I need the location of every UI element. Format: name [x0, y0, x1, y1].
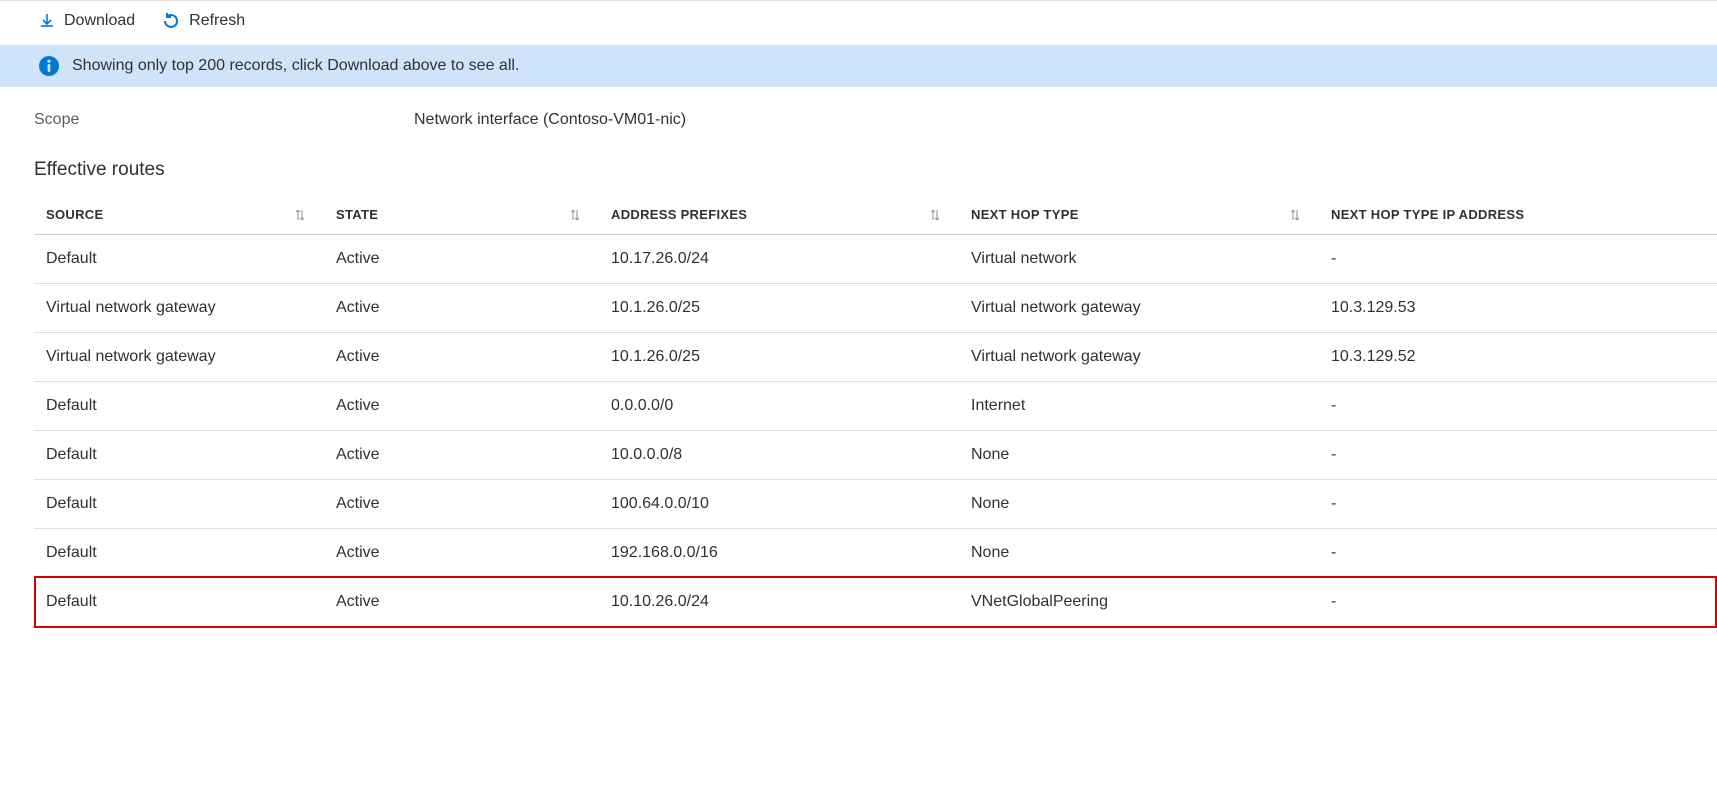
routes-table: Source State [34, 195, 1717, 626]
prefix-cell: 10.17.26.0/24 [599, 235, 959, 284]
source-cell: Default [34, 382, 324, 431]
col-header-source-label: Source [46, 207, 103, 222]
sort-icon [1289, 208, 1301, 222]
toolbar: Download Refresh [0, 1, 1717, 45]
state-cell: Active [324, 578, 599, 627]
col-header-state-label: State [336, 207, 378, 222]
source-cell: Virtual network gateway [34, 284, 324, 333]
download-label: Download [64, 12, 135, 30]
col-header-source[interactable]: Source [34, 195, 324, 235]
hop-cell: None [959, 480, 1319, 529]
state-cell: Active [324, 529, 599, 578]
table-header-row: Source State [34, 195, 1717, 235]
table-row[interactable]: DefaultActive10.0.0.0/8None- [34, 431, 1717, 480]
hop-cell: Virtual network gateway [959, 284, 1319, 333]
hop-cell: Virtual network gateway [959, 333, 1319, 382]
source-cell: Default [34, 480, 324, 529]
source-cell: Default [34, 431, 324, 480]
info-icon [38, 55, 60, 77]
sort-icon [929, 208, 941, 222]
ip-cell: - [1319, 382, 1717, 431]
scope-row: Scope Network interface (Contoso-VM01-ni… [0, 87, 1717, 135]
scope-value: Network interface (Contoso-VM01-nic) [414, 111, 686, 129]
ip-cell: - [1319, 529, 1717, 578]
prefix-cell: 10.1.26.0/25 [599, 333, 959, 382]
hop-cell: None [959, 431, 1319, 480]
refresh-label: Refresh [189, 12, 245, 30]
refresh-button[interactable]: Refresh [161, 11, 245, 31]
table-row[interactable]: DefaultActive192.168.0.0/16None- [34, 529, 1717, 578]
prefix-cell: 10.1.26.0/25 [599, 284, 959, 333]
col-header-prefix[interactable]: Address Prefixes [599, 195, 959, 235]
prefix-cell: 10.0.0.0/8 [599, 431, 959, 480]
sort-icon [569, 208, 581, 222]
table-row[interactable]: Virtual network gatewayActive10.1.26.0/2… [34, 284, 1717, 333]
ip-cell: 10.3.129.52 [1319, 333, 1717, 382]
col-header-state[interactable]: State [324, 195, 599, 235]
col-header-hop[interactable]: Next Hop Type [959, 195, 1319, 235]
ip-cell: - [1319, 578, 1717, 627]
table-row[interactable]: DefaultActive10.10.26.0/24VNetGlobalPeer… [34, 578, 1717, 627]
prefix-cell: 10.10.26.0/24 [599, 578, 959, 627]
sort-icon [294, 208, 306, 222]
download-icon [38, 12, 56, 30]
state-cell: Active [324, 284, 599, 333]
state-cell: Active [324, 382, 599, 431]
ip-cell: - [1319, 431, 1717, 480]
source-cell: Default [34, 235, 324, 284]
table-row[interactable]: DefaultActive100.64.0.0/10None- [34, 480, 1717, 529]
hop-cell: Internet [959, 382, 1319, 431]
col-header-hop-label: Next Hop Type [971, 207, 1079, 222]
table-row[interactable]: DefaultActive10.17.26.0/24Virtual networ… [34, 235, 1717, 284]
ip-cell: - [1319, 235, 1717, 284]
state-cell: Active [324, 480, 599, 529]
section-title: Effective routes [0, 135, 1717, 195]
refresh-icon [161, 11, 181, 31]
state-cell: Active [324, 431, 599, 480]
table-row[interactable]: Virtual network gatewayActive10.1.26.0/2… [34, 333, 1717, 382]
source-cell: Virtual network gateway [34, 333, 324, 382]
prefix-cell: 0.0.0.0/0 [599, 382, 959, 431]
download-button[interactable]: Download [38, 12, 135, 30]
source-cell: Default [34, 529, 324, 578]
hop-cell: VNetGlobalPeering [959, 578, 1319, 627]
col-header-ip: Next Hop Type IP Address [1319, 195, 1717, 235]
info-banner: Showing only top 200 records, click Down… [0, 45, 1717, 87]
col-header-ip-label: Next Hop Type IP Address [1331, 207, 1524, 222]
col-header-prefix-label: Address Prefixes [611, 207, 747, 222]
state-cell: Active [324, 235, 599, 284]
routes-table-wrap: Source State [0, 195, 1717, 626]
source-cell: Default [34, 578, 324, 627]
ip-cell: 10.3.129.53 [1319, 284, 1717, 333]
prefix-cell: 192.168.0.0/16 [599, 529, 959, 578]
prefix-cell: 100.64.0.0/10 [599, 480, 959, 529]
state-cell: Active [324, 333, 599, 382]
scope-label: Scope [34, 111, 414, 129]
hop-cell: None [959, 529, 1319, 578]
info-banner-text: Showing only top 200 records, click Down… [72, 57, 519, 75]
hop-cell: Virtual network [959, 235, 1319, 284]
ip-cell: - [1319, 480, 1717, 529]
table-row[interactable]: DefaultActive0.0.0.0/0Internet- [34, 382, 1717, 431]
